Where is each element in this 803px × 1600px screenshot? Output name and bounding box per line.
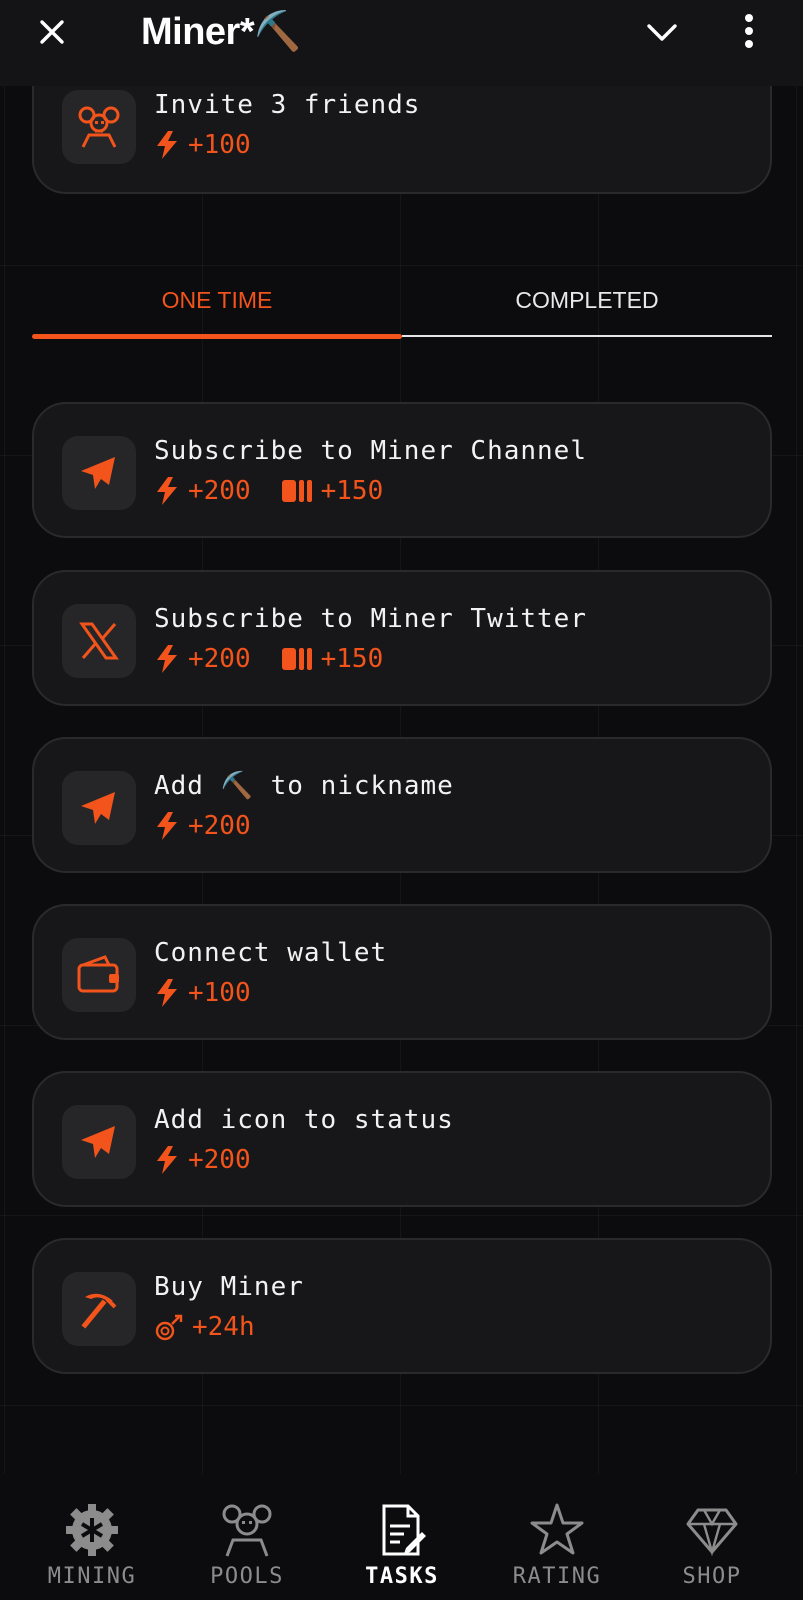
task-rewards: +200 +150 [154, 642, 413, 676]
collapse-button[interactable] [644, 16, 680, 48]
reward-value: +100 [188, 978, 251, 1008]
nav-tasks[interactable]: TASKS [327, 1502, 477, 1598]
reward-energy: +200 [154, 642, 251, 676]
reward-battery: +150 [281, 474, 384, 508]
reward-value: +150 [320, 644, 384, 674]
task-title: Buy Miner [154, 1272, 304, 1302]
app-title: Miner*⛏️ [141, 11, 301, 53]
reward-energy: +200 [154, 1143, 251, 1177]
reward-value: +200 [188, 476, 251, 506]
task-card-subscribe-channel[interactable]: Subscribe to Miner Channel +200 +150 [32, 402, 772, 538]
reward-energy: +100 [154, 128, 251, 162]
task-card-add-to-nickname[interactable]: Add ⛏️ to nickname +200 [32, 737, 772, 873]
more-vertical-icon [745, 14, 753, 48]
reward-value: +24h [192, 1312, 255, 1342]
nav-label: RATING [512, 1564, 602, 1589]
task-title: Subscribe to Miner Channel [154, 436, 587, 466]
wallet-icon [62, 938, 136, 1012]
task-card-add-icon-to-status[interactable]: Add icon to status +200 [32, 1071, 772, 1207]
bolt-icon [157, 477, 177, 505]
task-rewards: +200 [154, 809, 281, 843]
star-icon [530, 1503, 584, 1555]
bolt-icon [157, 131, 177, 159]
x-logo-icon [62, 604, 136, 678]
reward-energy: +200 [154, 809, 251, 843]
tab-completed[interactable]: COMPLETED [402, 270, 772, 332]
nav-label: TASKS [365, 1564, 439, 1589]
task-rewards: +24h [154, 1310, 285, 1344]
battery-icon [281, 480, 312, 502]
task-card-subscribe-twitter[interactable]: Subscribe to Miner Twitter +200 +150 [32, 570, 772, 706]
reward-battery: +150 [281, 642, 384, 676]
bolt-icon [157, 812, 177, 840]
telegram-icon [62, 771, 136, 845]
nav-rating[interactable]: RATING [482, 1502, 632, 1598]
bottom-nav: MINING POOLS TASKS RATING SHOP [0, 1474, 803, 1600]
tab-one-time[interactable]: ONE TIME [32, 270, 402, 332]
reward-value: +100 [188, 130, 251, 160]
more-menu-button[interactable] [742, 12, 756, 52]
battery-icon [281, 648, 312, 670]
nav-mining[interactable]: MINING [17, 1502, 167, 1598]
task-rewards: +200 +150 [154, 474, 413, 508]
bolt-icon [157, 645, 177, 673]
task-title: Add icon to status [154, 1105, 454, 1135]
active-tab-indicator [32, 334, 402, 339]
tab-divider [402, 335, 772, 337]
pickaxe-icon [62, 1272, 136, 1346]
chevron-down-icon [647, 24, 677, 41]
task-rewards: +200 [154, 1143, 281, 1177]
task-title: Connect wallet [154, 938, 388, 968]
telegram-icon [62, 1105, 136, 1179]
reward-value: +150 [320, 476, 384, 506]
nav-pools[interactable]: POOLS [172, 1502, 322, 1598]
nav-shop[interactable]: SHOP [637, 1502, 787, 1598]
tasks-icon [382, 1504, 426, 1556]
top-bar: Miner*⛏️ [0, 0, 803, 86]
pools-icon [222, 1504, 272, 1557]
reward-value: +200 [188, 1145, 251, 1175]
task-card-buy-miner[interactable]: Buy Miner +24h [32, 1238, 772, 1374]
close-icon [40, 20, 64, 44]
task-rewards: +100 [154, 128, 281, 162]
bolt-icon [157, 979, 177, 1007]
task-title: Invite 3 friends [154, 90, 421, 120]
bolt-icon [157, 1146, 177, 1174]
miner-boost-icon [155, 1314, 183, 1341]
nav-label: POOLS [210, 1564, 284, 1589]
reward-energy: +200 [154, 474, 251, 508]
friends-icon [62, 90, 136, 164]
task-title: Subscribe to Miner Twitter [154, 604, 587, 634]
nav-label: SHOP [682, 1564, 742, 1589]
gear-icon [66, 1504, 118, 1556]
task-tabs: ONE TIME COMPLETED [32, 270, 772, 340]
reward-value: +200 [188, 644, 251, 674]
diamond-icon [686, 1508, 738, 1557]
task-card-connect-wallet[interactable]: Connect wallet +100 [32, 904, 772, 1040]
task-title: Add ⛏️ to nickname [154, 771, 454, 801]
nav-label: MINING [47, 1564, 137, 1589]
reward-miner-time: +24h [154, 1310, 255, 1344]
reward-energy: +100 [154, 976, 251, 1010]
task-rewards: +100 [154, 976, 281, 1010]
reward-value: +200 [188, 811, 251, 841]
telegram-icon [62, 436, 136, 510]
close-button[interactable] [34, 14, 70, 50]
